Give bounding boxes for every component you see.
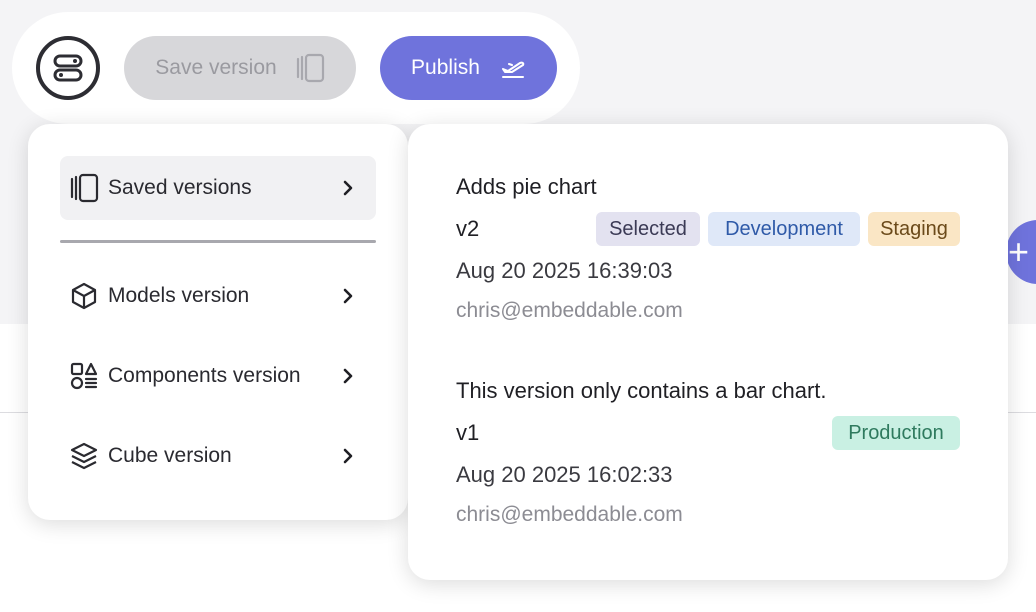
badge-development: Development (708, 212, 860, 246)
components-icon (70, 362, 98, 390)
plane-takeoff-icon (501, 61, 525, 78)
menu-item-cube-version[interactable]: Cube version (60, 424, 376, 488)
menu-item-label: Cube version (108, 444, 232, 467)
version-author: chris@embeddable.com (456, 503, 683, 526)
menu-item-label: Components version (108, 364, 301, 387)
badge-production: Production (832, 416, 960, 450)
version-toolbar: Save version Publish (12, 12, 580, 124)
version-menu: Saved versions Models version Components… (28, 124, 408, 520)
menu-divider (60, 240, 376, 243)
saved-versions-icon (296, 53, 324, 83)
menu-item-label: Models version (108, 284, 250, 307)
chevron-right-icon (343, 448, 353, 464)
badge-staging: Staging (868, 212, 960, 246)
version-menu-button[interactable] (36, 36, 100, 100)
version-date: Aug 20 2025 16:39:03 (456, 258, 673, 283)
chevron-right-icon (343, 368, 353, 384)
layers-icon (70, 442, 98, 470)
plus-icon: + (1008, 231, 1030, 272)
menu-item-label: Saved versions (108, 176, 252, 199)
version-number: v2 (456, 216, 480, 241)
version-number: v1 (456, 420, 480, 445)
saved-versions-panel: Adds pie chart v2 Selected Development S… (408, 124, 1008, 580)
version-title: This version only contains a bar chart. (456, 378, 827, 403)
truncated-text: ⋮ (1028, 440, 1036, 465)
badge-selected: Selected (596, 212, 700, 246)
menu-item-saved-versions[interactable]: Saved versions (60, 156, 376, 220)
cube-icon (71, 282, 97, 310)
version-date: Aug 20 2025 16:02:33 (456, 462, 673, 487)
chevron-right-icon (343, 288, 353, 304)
version-title: Adds pie chart (456, 174, 597, 199)
publish-button[interactable]: Publish (380, 36, 557, 100)
save-version-label: Save version (155, 56, 277, 79)
saved-versions-icon (70, 173, 99, 203)
chevron-right-icon (343, 180, 353, 196)
menu-item-models-version[interactable]: Models version (60, 264, 376, 328)
version-author: chris@embeddable.com (456, 299, 683, 322)
save-version-button[interactable]: Save version (124, 36, 356, 100)
toggles-icon (53, 54, 83, 82)
publish-label: Publish (411, 56, 480, 79)
menu-item-components-version[interactable]: Components version (60, 344, 376, 408)
